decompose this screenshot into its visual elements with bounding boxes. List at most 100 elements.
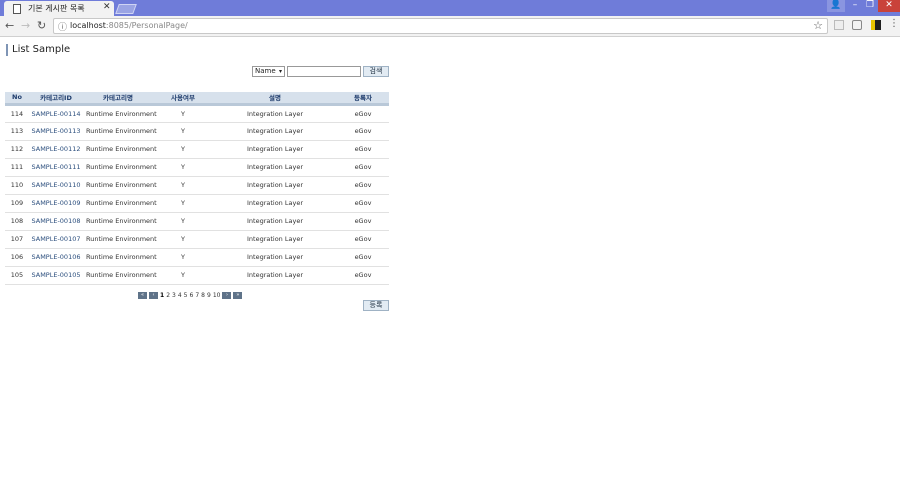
cell-registrant: eGov xyxy=(337,158,389,177)
cell-category-id[interactable]: SAMPLE-00109 xyxy=(29,194,83,213)
cell-category-id[interactable]: SAMPLE-00108 xyxy=(29,212,83,231)
page-number-link[interactable]: 5 xyxy=(184,292,188,299)
pagination: «‹ 1 2 3 4 5 6 7 8 9 10 ›» xyxy=(137,292,243,301)
search-button[interactable]: 검색 xyxy=(363,66,389,77)
cell-category-id[interactable]: SAMPLE-00114 xyxy=(29,104,83,123)
table-row: 108 SAMPLE-00108 Runtime Environment Y Integ… xyxy=(5,212,389,231)
cell-category-name: Runtime Environment xyxy=(83,122,157,141)
extension-icon[interactable] xyxy=(834,20,844,30)
cell-no: 111 xyxy=(5,158,29,177)
column-header-category-id: 카테고리ID xyxy=(29,92,83,106)
cell-no: 110 xyxy=(5,176,29,195)
page-number-link[interactable]: 7 xyxy=(195,292,199,299)
cell-use-yn: Y xyxy=(153,212,213,231)
page-number-link[interactable]: 1 xyxy=(160,292,164,299)
close-window-button[interactable]: ✕ xyxy=(878,0,900,12)
maximize-button[interactable]: ❐ xyxy=(863,0,877,12)
cell-description: Integration Layer xyxy=(213,104,337,123)
url-host: localhost xyxy=(70,21,106,30)
cell-use-yn: Y xyxy=(153,140,213,159)
cell-category-id[interactable]: SAMPLE-00110 xyxy=(29,176,83,195)
cell-registrant: eGov xyxy=(337,140,389,159)
cell-description: Integration Layer xyxy=(213,140,337,159)
info-icon[interactable]: ⓘ xyxy=(58,20,67,33)
page-number-link[interactable]: 2 xyxy=(166,292,170,299)
cell-category-id[interactable]: SAMPLE-00107 xyxy=(29,230,83,249)
user-profile-icon[interactable]: 👤 xyxy=(827,0,845,12)
cell-registrant: eGov xyxy=(337,104,389,123)
cell-description: Integration Layer xyxy=(213,248,337,267)
cell-registrant: eGov xyxy=(337,248,389,267)
cell-use-yn: Y xyxy=(153,122,213,141)
cell-description: Integration Layer xyxy=(213,212,337,231)
table-row: 107 SAMPLE-00107 Runtime Environment Y Integ… xyxy=(5,230,389,249)
reload-icon[interactable]: ↻ xyxy=(37,19,46,32)
close-tab-icon[interactable]: ✕ xyxy=(103,2,111,12)
cell-description: Integration Layer xyxy=(213,194,337,213)
cell-use-yn: Y xyxy=(153,194,213,213)
forward-arrow-icon[interactable]: → xyxy=(21,19,30,32)
new-tab-button[interactable] xyxy=(115,4,137,14)
table-row: 106 SAMPLE-00106 Runtime Environment Y Integ… xyxy=(5,248,389,267)
cell-registrant: eGov xyxy=(337,212,389,231)
cell-use-yn: Y xyxy=(153,266,213,285)
minimize-button[interactable]: – xyxy=(848,0,862,12)
search-type-select[interactable]: Name ▾ xyxy=(252,66,285,77)
table-row: 114 SAMPLE-00114 Runtime Environment Y Integ… xyxy=(5,104,389,123)
page-number-link[interactable]: 8 xyxy=(201,292,205,299)
cell-category-id[interactable]: SAMPLE-00105 xyxy=(29,266,83,285)
page-number-link[interactable]: 3 xyxy=(172,292,176,299)
cell-use-yn: Y xyxy=(153,248,213,267)
cell-no: 109 xyxy=(5,194,29,213)
back-arrow-icon[interactable]: ← xyxy=(5,19,14,32)
cell-description: Integration Layer xyxy=(213,230,337,249)
category-table: No 카테고리ID 카테고리명 사용여부 설명 등록자 114 SAMPLE-00… xyxy=(5,92,389,285)
cell-use-yn: Y xyxy=(153,176,213,195)
cell-category-name: Runtime Environment xyxy=(83,158,157,177)
table-body: 114 SAMPLE-00114 Runtime Environment Y Integ… xyxy=(5,104,389,285)
cell-category-name: Runtime Environment xyxy=(83,230,157,249)
search-type-value: Name xyxy=(255,67,276,75)
cell-category-id[interactable]: SAMPLE-00111 xyxy=(29,158,83,177)
column-header-category-name: 카테고리명 xyxy=(83,92,153,106)
cell-no: 108 xyxy=(5,212,29,231)
page-number-link[interactable]: 6 xyxy=(190,292,194,299)
page-number-link[interactable]: 10 xyxy=(213,292,221,299)
next-page-icon[interactable]: › xyxy=(222,292,232,299)
menu-dots-icon[interactable]: ⋮ xyxy=(889,18,899,29)
page-number-link[interactable]: 9 xyxy=(207,292,211,299)
tab-title: 기본 게시판 목록 xyxy=(28,4,85,13)
bookmark-star-icon[interactable]: ☆ xyxy=(813,19,823,32)
url-text[interactable]: localhost:8085/PersonalPage/ xyxy=(70,21,188,30)
cell-category-id[interactable]: SAMPLE-00113 xyxy=(29,122,83,141)
cell-category-id[interactable]: SAMPLE-00112 xyxy=(29,140,83,159)
cell-use-yn: Y xyxy=(153,104,213,123)
column-header-description: 설명 xyxy=(213,92,337,106)
cell-category-name: Runtime Environment xyxy=(83,176,157,195)
last-page-icon[interactable]: » xyxy=(233,292,243,299)
cell-description: Integration Layer xyxy=(213,122,337,141)
browser-toolbar: ← → ↻ ⓘ localhost:8085/PersonalPage/ ☆ ⋮ xyxy=(0,16,900,37)
prev-page-icon[interactable]: ‹ xyxy=(149,292,158,299)
cell-category-id[interactable]: SAMPLE-00106 xyxy=(29,248,83,267)
extension-badge-icon[interactable] xyxy=(871,20,881,30)
cell-description: Integration Layer xyxy=(213,158,337,177)
cell-category-name: Runtime Environment xyxy=(83,212,157,231)
cell-category-name: Runtime Environment xyxy=(83,266,157,285)
search-input[interactable] xyxy=(287,66,361,77)
browser-tab[interactable]: 기본 게시판 목록 ✕ xyxy=(4,1,114,16)
column-header-use-yn: 사용여부 xyxy=(153,92,213,106)
cell-use-yn: Y xyxy=(153,230,213,249)
address-bar[interactable]: ⓘ localhost:8085/PersonalPage/ ☆ xyxy=(53,18,828,34)
table-header-row: No 카테고리ID 카테고리명 사용여부 설명 등록자 xyxy=(5,92,389,106)
first-page-icon[interactable]: « xyxy=(138,292,147,299)
register-button[interactable]: 등록 xyxy=(363,300,389,311)
cell-registrant: eGov xyxy=(337,194,389,213)
page-number-link[interactable]: 4 xyxy=(178,292,182,299)
cell-category-name: Runtime Environment xyxy=(83,104,157,123)
cell-category-name: Runtime Environment xyxy=(83,248,157,267)
column-header-registrant: 등록자 xyxy=(337,92,389,106)
cell-description: Integration Layer xyxy=(213,266,337,285)
cell-no: 107 xyxy=(5,230,29,249)
camera-icon[interactable] xyxy=(852,20,862,30)
